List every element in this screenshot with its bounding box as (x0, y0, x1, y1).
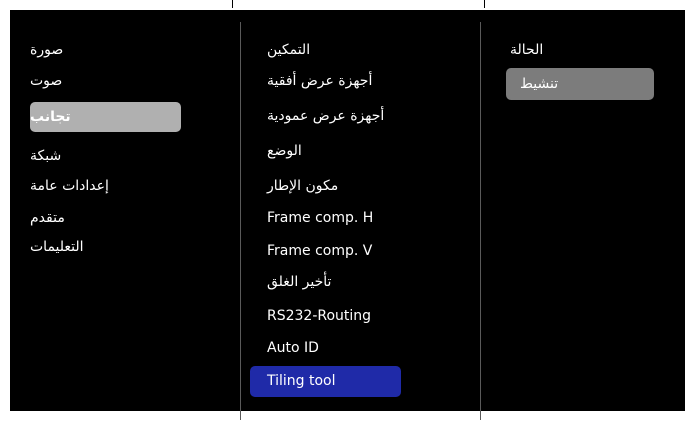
submenu-item-label: Frame comp. H (267, 210, 374, 226)
submenu-item-label: أجهزة عرض عمودية (267, 108, 385, 124)
submenu-item-label: أجهزة عرض أفقية (267, 73, 373, 89)
menu-item-sound[interactable]: صوت (30, 67, 181, 95)
menu-item-network[interactable]: شبكة (30, 142, 181, 170)
submenu-item-frame-comp-h[interactable]: Frame comp. H (267, 204, 417, 232)
option-title-label: الحالة (510, 42, 544, 58)
menu-item-label: تجانب (30, 109, 71, 125)
menu-item-label: شبكة (30, 148, 62, 164)
submenu-item-frame-comp-v[interactable]: Frame comp. V (267, 237, 417, 265)
submenu-item-enable[interactable]: التمكين (267, 36, 417, 64)
submenu-item-label: Frame comp. V (267, 243, 373, 259)
submenu-item-position[interactable]: الوضع (267, 137, 417, 165)
menu-item-label: التعليمات (30, 239, 84, 255)
submenu-item-label: تأخير الغلق (267, 274, 332, 290)
submenu-item-label: Tiling tool (267, 373, 336, 389)
submenu-item-label: الوضع (267, 143, 302, 159)
submenu-item-tiling-tool[interactable]: Tiling tool (250, 366, 401, 397)
submenu-item-h-monitors[interactable]: أجهزة عرض أفقية (267, 67, 417, 95)
submenu-item-label: Auto ID (267, 340, 319, 356)
option-activate[interactable]: تنشيط (506, 68, 654, 100)
column-divider (240, 22, 241, 420)
menu-item-label: صوت (30, 73, 63, 89)
menu-item-help[interactable]: التعليمات (30, 233, 181, 261)
frame-tick (484, 0, 485, 8)
menu-item-picture[interactable]: صورة (30, 36, 181, 64)
menu-item-tiling[interactable]: تجانب (30, 102, 181, 132)
column-divider (480, 22, 481, 420)
submenu-item-switch-delay[interactable]: تأخير الغلق (267, 268, 417, 296)
option-title: الحالة (510, 36, 650, 64)
menu-item-label: صورة (30, 42, 64, 58)
menu-item-advanced[interactable]: متقدم (30, 204, 181, 232)
submenu-item-label: مكون الإطار (267, 178, 339, 194)
submenu-item-auto-id[interactable]: Auto ID (267, 334, 417, 362)
frame-tick (232, 0, 233, 8)
menu-item-general-settings[interactable]: إعدادات عامة (30, 172, 181, 200)
submenu-item-v-monitors[interactable]: أجهزة عرض عمودية (267, 102, 417, 130)
option-label: تنشيط (520, 76, 559, 92)
menu-item-label: إعدادات عامة (30, 178, 109, 194)
submenu-item-frame-comp[interactable]: مكون الإطار (267, 172, 417, 200)
submenu-item-label: RS232-Routing (267, 308, 372, 324)
submenu-item-rs232-routing[interactable]: RS232-Routing (267, 302, 417, 330)
menu-item-label: متقدم (30, 210, 65, 226)
submenu-item-label: التمكين (267, 42, 311, 58)
osd-menu: صورة صوت تجانب شبكة إعدادات عامة متقدم ا… (10, 10, 685, 420)
